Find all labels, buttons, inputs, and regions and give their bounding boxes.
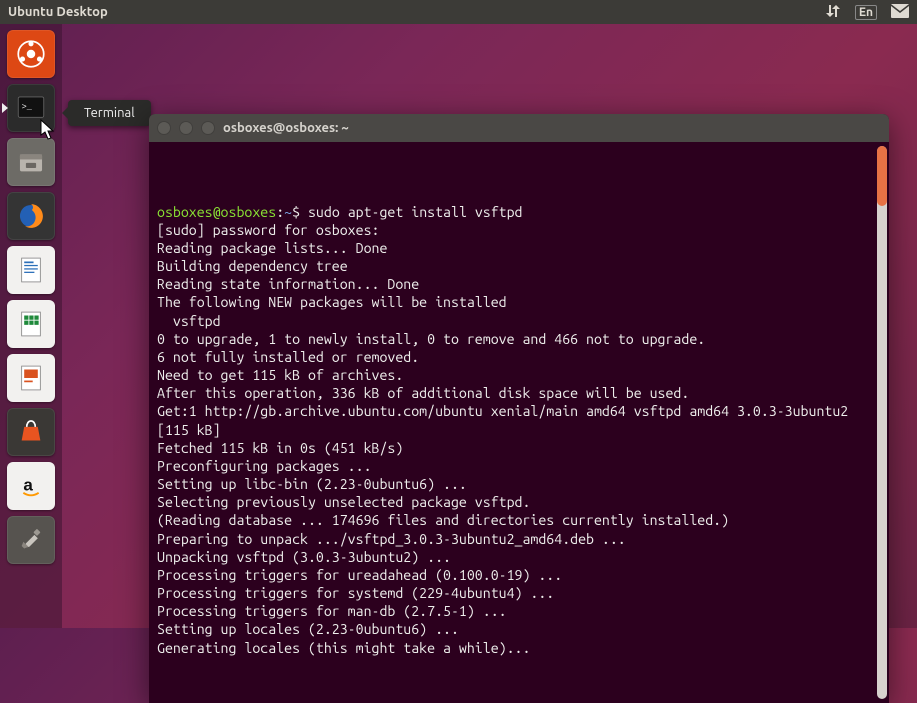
terminal-line: Processing triggers for man-db (2.7.5-1)… [157, 602, 881, 620]
language-indicator[interactable]: En [855, 5, 877, 20]
terminal-line: Reading package lists... Done [157, 239, 881, 257]
top-menu-bar: Ubuntu Desktop En [0, 0, 917, 24]
launcher-software[interactable] [7, 408, 55, 456]
launcher-writer[interactable] [7, 246, 55, 294]
prompt-sep: : [276, 204, 284, 220]
mail-icon[interactable] [891, 4, 909, 21]
terminal-line: [sudo] password for osboxes: [157, 221, 881, 239]
launcher-amazon[interactable]: a [7, 462, 55, 510]
system-tray: En [825, 3, 909, 22]
terminal-line: Fetched 115 kB in 0s (451 kB/s) [157, 439, 881, 457]
terminal-body[interactable]: osboxes@osboxes:~$ sudo apt-get install … [149, 142, 889, 703]
prompt-path: ~ [284, 204, 292, 220]
terminal-line: Reading state information... Done [157, 275, 881, 293]
network-icon[interactable] [825, 3, 841, 22]
terminal-line: Processing triggers for ureadahead (0.10… [157, 566, 881, 584]
terminal-line: Processing triggers for systemd (229-4ub… [157, 584, 881, 602]
scrollbar-track[interactable] [877, 146, 887, 699]
window-maximize-button[interactable] [201, 121, 215, 135]
cursor-icon [40, 119, 56, 141]
prompt-end: $ [292, 204, 308, 220]
launcher-calc[interactable] [7, 300, 55, 348]
terminal-line: Need to get 115 kB of archives. [157, 366, 881, 384]
window-titlebar[interactable]: osboxes@osboxes: ~ [149, 114, 889, 142]
launcher-files[interactable] [7, 138, 55, 186]
active-window-title: Ubuntu Desktop [8, 5, 825, 19]
terminal-line: 0 to upgrade, 1 to newly install, 0 to r… [157, 330, 881, 348]
terminal-line: (Reading database ... 174696 files and d… [157, 511, 881, 529]
terminal-line: Get:1 http://gb.archive.ubuntu.com/ubunt… [157, 402, 881, 438]
command-text: sudo apt-get install vsftpd [308, 204, 523, 220]
launcher-settings[interactable] [7, 516, 55, 564]
terminal-line: Preparing to unpack .../vsftpd_3.0.3-3ub… [157, 530, 881, 548]
scrollbar-thumb[interactable] [877, 146, 887, 206]
terminal-line: Building dependency tree [157, 257, 881, 275]
terminal-line: After this operation, 336 kB of addition… [157, 384, 881, 402]
terminal-line: vsftpd [157, 312, 881, 330]
launcher-impress[interactable] [7, 354, 55, 402]
terminal-line: Selecting previously unselected package … [157, 493, 881, 511]
unity-launcher: >_ a [0, 24, 62, 628]
launcher-dash[interactable] [7, 30, 55, 78]
prompt-user: osboxes@osboxes [157, 204, 276, 220]
svg-text:>_: >_ [22, 102, 33, 112]
window-close-button[interactable] [157, 121, 171, 135]
terminal-line: Setting up locales (2.23-0ubuntu6) ... [157, 620, 881, 638]
terminal-window: osboxes@osboxes: ~ osboxes@osboxes:~$ su… [149, 114, 889, 703]
launcher-tooltip: Terminal [68, 100, 151, 126]
terminal-line: Generating locales (this might take a wh… [157, 639, 881, 657]
terminal-line: Setting up libc-bin (2.23-0ubuntu6) ... [157, 475, 881, 493]
svg-text:a: a [23, 475, 33, 494]
window-title: osboxes@osboxes: ~ [223, 121, 349, 135]
terminal-line: The following NEW packages will be insta… [157, 293, 881, 311]
window-minimize-button[interactable] [179, 121, 193, 135]
terminal-line: 6 not fully installed or removed. [157, 348, 881, 366]
launcher-firefox[interactable] [7, 192, 55, 240]
terminal-output: [sudo] password for osboxes:Reading pack… [157, 221, 881, 657]
terminal-line: Unpacking vsftpd (3.0.3-3ubuntu2) ... [157, 548, 881, 566]
terminal-line: Preconfiguring packages ... [157, 457, 881, 475]
